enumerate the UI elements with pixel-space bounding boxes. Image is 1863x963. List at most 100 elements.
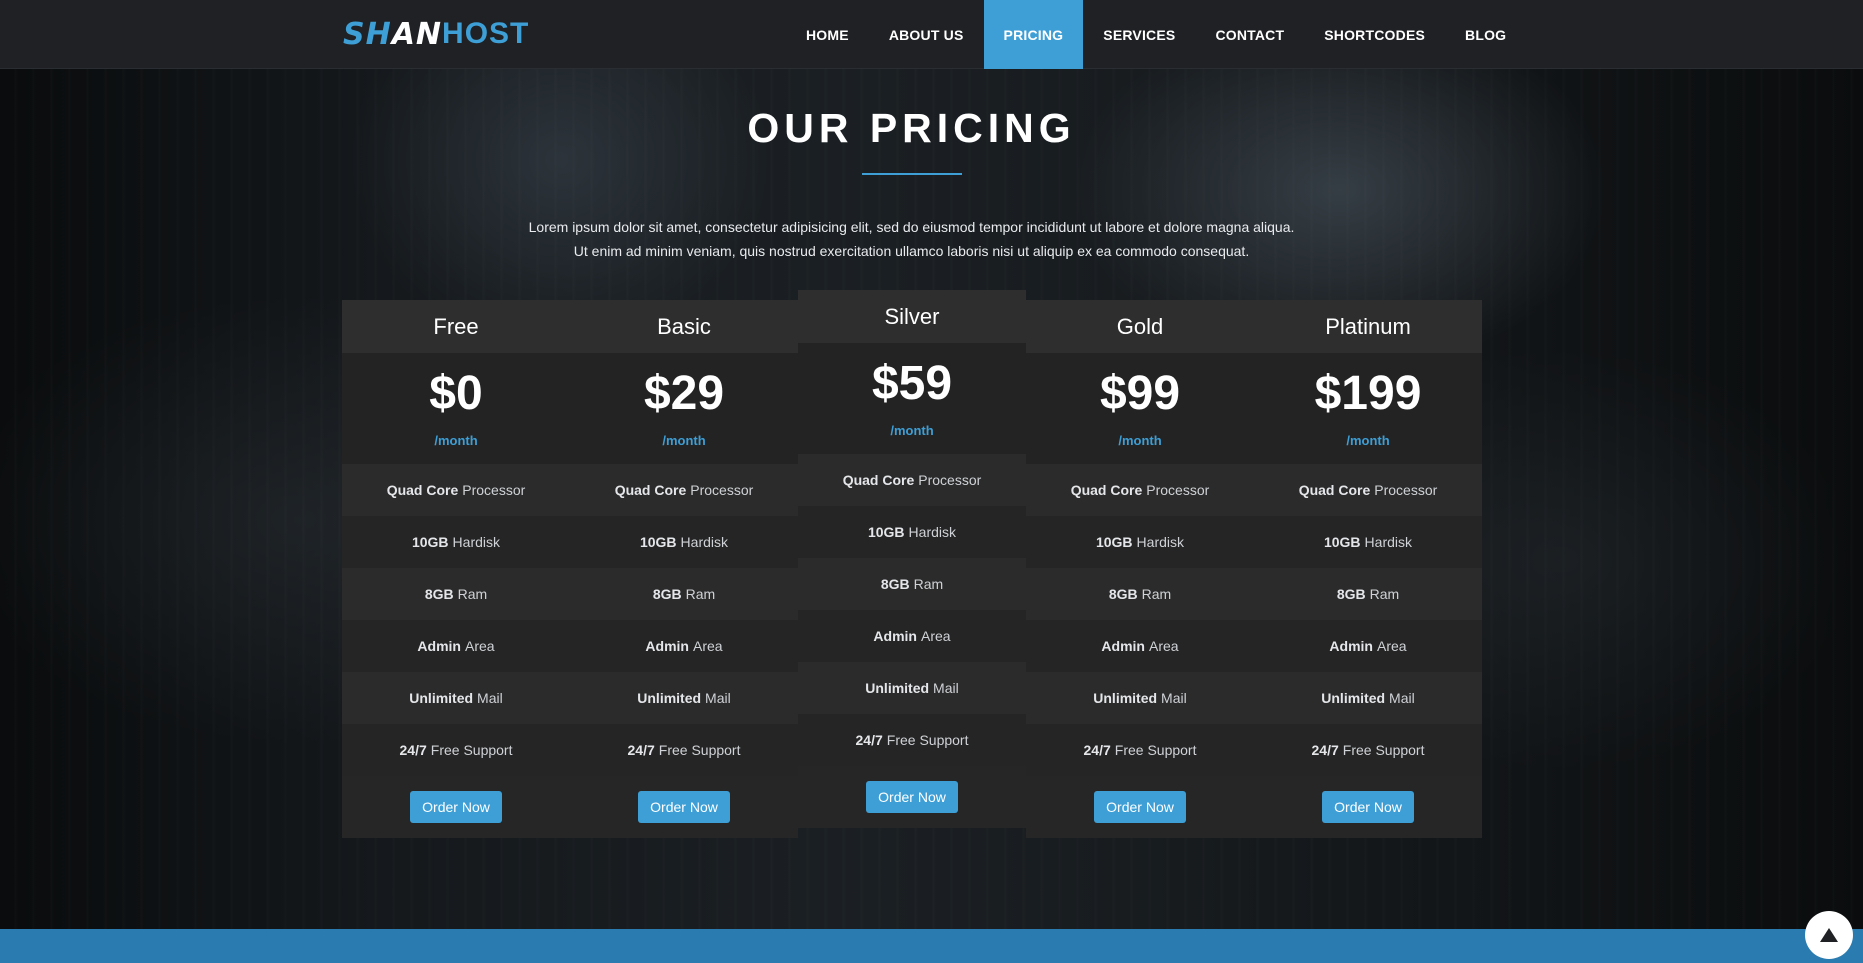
- plan-feature: Unlimited Mail: [1026, 672, 1254, 724]
- feature-highlight: Admin: [417, 638, 461, 654]
- plan-feature: Admin Area: [798, 610, 1026, 662]
- feature-text: Area: [920, 628, 951, 644]
- plan-feature: Quad Core Processor: [798, 454, 1026, 506]
- feature-text: Processor: [918, 472, 982, 488]
- order-now-button[interactable]: Order Now: [410, 791, 502, 823]
- triangle-up-icon: [1820, 928, 1838, 942]
- feature-text: Mail: [477, 690, 503, 706]
- back-to-top-button[interactable]: [1805, 911, 1853, 959]
- plan-feature: 24/7 Free Support: [1026, 724, 1254, 776]
- feature-text: Area: [464, 638, 495, 654]
- plan-feature: Quad Core Processor: [1026, 464, 1254, 516]
- plan-price-box: $59/month: [798, 343, 1026, 454]
- feature-text: Free Support: [430, 742, 513, 758]
- plan-feature: 10GB Hardisk: [798, 506, 1026, 558]
- nav-services[interactable]: SERVICES: [1083, 0, 1195, 69]
- plan-price: $0: [429, 367, 483, 420]
- feature-text: Ram: [1369, 586, 1400, 602]
- feature-text: Processor: [690, 482, 754, 498]
- feature-highlight: 8GB: [424, 586, 454, 602]
- feature-highlight: 10GB: [1095, 534, 1133, 550]
- plan-name: Platinum: [1254, 300, 1482, 353]
- feature-highlight: Quad Core: [614, 482, 687, 498]
- feature-highlight: Quad Core: [386, 482, 459, 498]
- plan-feature: 24/7 Free Support: [342, 724, 570, 776]
- plan-feature: Unlimited Mail: [570, 672, 798, 724]
- nav-blog[interactable]: BLOG: [1445, 0, 1526, 69]
- plan-feature: 8GB Ram: [342, 568, 570, 620]
- order-now-button[interactable]: Order Now: [1094, 791, 1186, 823]
- feature-text: Free Support: [1342, 742, 1425, 758]
- intro-line-2: Ut enim ad minim veniam, quis nostrud ex…: [573, 243, 1250, 259]
- intro-line-1: Lorem ipsum dolor sit amet, consectetur …: [528, 219, 1295, 235]
- feature-highlight: 8GB: [1336, 586, 1366, 602]
- feature-highlight: 8GB: [1108, 586, 1138, 602]
- plan-price: $99: [1099, 367, 1181, 420]
- section-title: OUR PRICING: [747, 105, 1076, 151]
- order-now-button[interactable]: Order Now: [638, 791, 730, 823]
- feature-highlight: 24/7: [399, 742, 427, 758]
- logo-part-an: AN: [391, 16, 443, 52]
- logo-shan: SHAN: [343, 17, 442, 52]
- plan-feature: Unlimited Mail: [1254, 672, 1482, 724]
- feature-text: Ram: [1141, 586, 1172, 602]
- feature-text: Mail: [705, 690, 731, 706]
- feature-text: Area: [1376, 638, 1407, 654]
- plan-name: Basic: [570, 300, 798, 353]
- order-now-button[interactable]: Order Now: [866, 781, 958, 813]
- feature-highlight: 24/7: [627, 742, 655, 758]
- feature-highlight: 24/7: [1311, 742, 1339, 758]
- feature-text: Area: [1148, 638, 1179, 654]
- nav-about-us[interactable]: ABOUT US: [869, 0, 984, 69]
- plan-order-row: Order Now: [570, 776, 798, 838]
- feature-highlight: Unlimited: [409, 690, 474, 706]
- nav-shortcodes[interactable]: SHORTCODES: [1304, 0, 1445, 69]
- feature-text: Processor: [462, 482, 526, 498]
- plan-feature: 24/7 Free Support: [1254, 724, 1482, 776]
- site-logo[interactable]: SHAN HOST: [343, 17, 529, 52]
- nav-contact[interactable]: CONTACT: [1195, 0, 1304, 69]
- plan-price-box: $29/month: [570, 353, 798, 464]
- plan-feature: 8GB Ram: [1254, 568, 1482, 620]
- pricing-plan-gold: Gold $99/month Quad Core Processor 10GB Hardi…: [1026, 300, 1254, 838]
- order-now-button[interactable]: Order Now: [1322, 791, 1414, 823]
- plan-period: /month: [890, 423, 934, 438]
- plan-feature-list: Quad Core Processor 10GB Hardisk 8GB Ram Admin…: [342, 464, 570, 776]
- title-underline: [862, 173, 962, 175]
- feature-highlight: Unlimited: [1093, 690, 1158, 706]
- main-menu: HOME ABOUT US PRICING SERVICES CONTACT S…: [786, 0, 1526, 69]
- plan-feature: 8GB Ram: [1026, 568, 1254, 620]
- plan-feature: 10GB Hardisk: [570, 516, 798, 568]
- feature-text: Hardisk: [908, 524, 957, 540]
- feature-text: Processor: [1374, 482, 1438, 498]
- plan-order-row: Order Now: [1026, 776, 1254, 838]
- feature-text: Mail: [1161, 690, 1187, 706]
- feature-highlight: Admin: [873, 628, 917, 644]
- plan-feature: 10GB Hardisk: [1254, 516, 1482, 568]
- plan-price: $59: [871, 357, 953, 410]
- feature-highlight: Admin: [1329, 638, 1373, 654]
- plan-feature: 8GB Ram: [798, 558, 1026, 610]
- feature-text: Mail: [1389, 690, 1415, 706]
- feature-highlight: 8GB: [652, 586, 682, 602]
- plan-price-box: $0/month: [342, 353, 570, 464]
- plan-feature: 10GB Hardisk: [1026, 516, 1254, 568]
- feature-text: Hardisk: [680, 534, 729, 550]
- feature-text: Free Support: [1114, 742, 1197, 758]
- feature-text: Free Support: [886, 732, 969, 748]
- plan-feature-list: Quad Core Processor 10GB Hardisk 8GB Ram Admin…: [570, 464, 798, 776]
- plan-feature: Quad Core Processor: [342, 464, 570, 516]
- feature-text: Ram: [685, 586, 716, 602]
- plan-feature-list: Quad Core Processor 10GB Hardisk 8GB Ram Admin…: [1026, 464, 1254, 776]
- plan-name: Free: [342, 300, 570, 353]
- feature-highlight: 8GB: [880, 576, 910, 592]
- pricing-plan-basic: Basic $29/month Quad Core Processor 10GB Hard…: [570, 300, 798, 838]
- feature-text: Hardisk: [1364, 534, 1413, 550]
- nav-pricing[interactable]: PRICING: [983, 0, 1084, 69]
- feature-highlight: 10GB: [867, 524, 905, 540]
- logo-part-sh: SH: [343, 16, 392, 52]
- feature-highlight: Unlimited: [637, 690, 702, 706]
- feature-highlight: 24/7: [855, 732, 883, 748]
- feature-text: Area: [692, 638, 723, 654]
- nav-home[interactable]: HOME: [786, 0, 869, 69]
